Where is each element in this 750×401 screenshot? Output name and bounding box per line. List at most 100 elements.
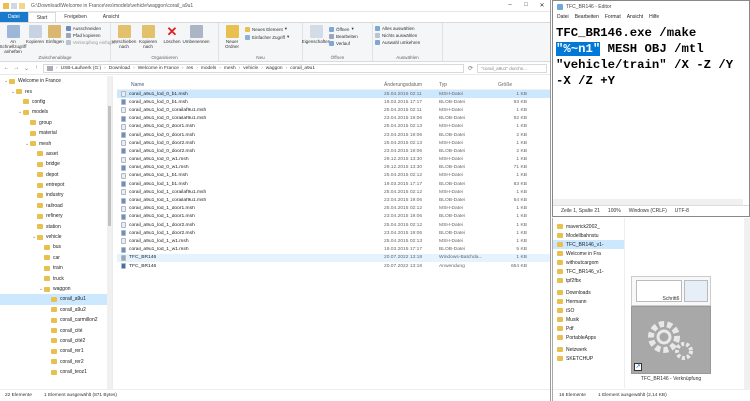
file-row[interactable]: corail_a9u1_lod_1_w1.msh 25.04.2015 02:13… [117,237,550,245]
cut-button[interactable]: Ausschneiden [65,26,117,31]
tree-item[interactable]: corail_teoz1 [0,367,112,377]
second-tree-item[interactable]: Pdf [553,324,624,333]
menu-help[interactable]: Hilfe [649,14,659,20]
tree-item[interactable]: asset [0,149,112,159]
file-row[interactable]: corail_a9u1_lod_1_b1.msh 25.04.2015 02:12… [117,172,550,180]
tree-item[interactable]: config [0,97,112,107]
delete-button[interactable]: ✕ Löschen [161,25,183,44]
search-input[interactable]: "corail_a9u1" durchs... [477,63,547,73]
breadcrumb-separator[interactable]: › [239,66,241,71]
tree-item[interactable]: bus [0,242,112,252]
tree-item[interactable]: bridge [0,159,112,169]
tree-item[interactable]: corail_cité [0,325,112,335]
file-row[interactable]: corail_a9u1_lod_0_door2.msh 23.04.2015 19… [117,147,550,155]
second-tree-item[interactable]: SKETCHUP [553,354,624,363]
properties-icon[interactable] [11,2,17,9]
tree-item[interactable]: group [0,118,112,128]
second-tree-item[interactable]: Netzwerk [553,345,624,354]
tree-item[interactable]: corail_carmillon2 [0,315,112,325]
breadcrumb-separator[interactable]: › [133,66,135,71]
file-row[interactable]: corail_a9u1_lod_0_corailaf9u1.msh 23.04.2… [117,115,550,123]
file-row[interactable]: corail_a9u1_lod_1_door2.msh 25.04.2015 02… [117,221,550,229]
shortcut-thumbnail[interactable]: ↗ [631,306,711,374]
breadcrumb-separator[interactable]: › [196,66,198,71]
column-type[interactable]: Typ [439,82,496,88]
tree-item[interactable]: refinery [0,211,112,221]
breadcrumb-item[interactable]: vehicle [243,66,258,71]
file-row[interactable]: TFC_BR146 20.07.2022 13:18 Windows-Batchda… [117,253,550,262]
new-folder-button[interactable]: Neuer Ordner [221,25,243,49]
file-row[interactable]: corail_a9u1_lod_0_b1.msh 19.03.2015 17:17… [117,98,550,106]
breadcrumb-separator[interactable]: › [219,66,221,71]
breadcrumb-item[interactable]: Welcome in France [138,66,179,71]
menu-file[interactable]: Datei [557,14,569,20]
breadcrumb-item[interactable]: waggon [266,66,283,71]
copy-to-button[interactable]: Kopieren nach [137,25,159,49]
tree-item[interactable]: corail_cité2 [0,336,112,346]
up-arrow-icon[interactable]: ↑ [33,65,40,71]
file-row[interactable]: corail_a9u1_lod_0_corailaf9u1.msh 25.04.2… [117,106,550,114]
tree-item[interactable]: ⌄ res [0,86,112,96]
second-tree-item[interactable]: tpf2fbx [553,276,624,285]
file-row[interactable]: corail_a9u1_lod_0_w1.msh 29.12.2015 13:30… [117,164,550,172]
file-row[interactable]: corail_a9u1_lod_1_door1.msh 25.04.2015 02… [117,205,550,213]
file-row[interactable]: corail_a9u1_lod_0_b1.msh 25.04.2015 02:11… [117,90,550,99]
breadcrumb-separator[interactable]: › [286,66,288,71]
easy-access-button[interactable]: Einfacher Zugriff ▾ [245,34,289,40]
second-tree-item[interactable]: iSO [553,306,624,315]
second-tree-item[interactable]: PortableApps [553,333,624,342]
paste-shortcut-button[interactable]: Verknüpfung einfügen [65,40,117,45]
column-date[interactable]: Änderungsdatum [384,82,439,88]
pin-quick-access-button[interactable]: An Schnellzugriff anheften [0,25,26,54]
breadcrumb-separator[interactable]: › [182,66,184,71]
file-row[interactable]: corail_a9u1_lod_0_door1.msh 23.04.2015 19… [117,131,550,139]
file-row[interactable]: corail_a9u1_lod_1_door2.msh 23.04.2015 19… [117,229,550,237]
select-none-button[interactable]: Nichts auswählen [375,33,420,38]
breadcrumb-separator[interactable]: › [56,66,58,71]
menu-view[interactable]: Ansicht [627,14,643,20]
second-tree-item[interactable]: Downloads [553,288,624,297]
tab-share[interactable]: Freigeben [56,12,95,22]
file-row[interactable]: corail_a9u1_lod_0_door2.msh 25.04.2015 02… [117,139,550,147]
address-bar[interactable]: › USB-Laufwerk (G:) › Download › Welcome in F… [43,63,464,73]
file-row[interactable]: TFC_BR146 20.07.2022 13:18 Anwendung 654 KB [117,262,550,270]
recent-chevron-icon[interactable]: ⌄ [23,65,30,72]
second-tree-item[interactable]: withoutcargom [553,258,624,267]
navigation-scrollbar[interactable] [107,76,112,389]
invert-selection-button[interactable]: Auswahl umkehren [375,40,420,45]
breadcrumb-item[interactable]: corail_a9u1 [290,66,315,71]
file-row[interactable]: corail_a9u1_lod_1_corailaf9u1.msh 23.04.2… [117,196,550,204]
tree-item[interactable]: corail_rer2 [0,357,112,367]
tree-item[interactable]: ⌄ waggon [0,284,112,294]
file-row[interactable]: corail_a9u1_lod_1_w1.msh 19.03.2015 17:17… [117,246,550,254]
menu-format[interactable]: Format [605,14,621,20]
file-row[interactable]: corail_a9u1_lod_1_corailaf9u1.msh 25.04.2… [117,188,550,196]
tab-start[interactable]: Start [27,12,57,22]
tree-item[interactable]: corail_a9u1 [0,294,112,305]
select-all-button[interactable]: Alles auswählen [375,26,420,31]
file-row[interactable]: corail_a9u1_lod_0_w1.msh 29.12.2015 13:30… [117,156,550,164]
menu-edit[interactable]: Bearbeiten [575,14,599,20]
breadcrumb-separator[interactable]: › [261,66,263,71]
file-row[interactable]: corail_a9u1_lod_1_b1.msh 19.03.2015 17:17… [117,180,550,188]
edit-button[interactable]: Bearbeiten [329,34,358,39]
back-arrow-icon[interactable]: ← [3,65,10,71]
scrollbar-thumb[interactable] [108,106,111,226]
tab-file[interactable]: Datei [0,12,28,22]
tree-item[interactable]: corail_a9u2 [0,305,112,315]
open-button[interactable]: Öffnen ▾ [329,26,358,32]
history-button[interactable]: Verlauf [329,41,358,46]
refresh-icon[interactable]: ⟳ [467,65,474,72]
second-scrollbar[interactable] [744,218,750,389]
tree-item[interactable]: car [0,253,112,263]
move-to-button[interactable]: Verschieben nach [112,25,136,49]
tab-view[interactable]: Ansicht [95,12,127,22]
tree-item[interactable]: material [0,128,112,138]
maximize-button[interactable]: □ [518,2,534,9]
breadcrumb-item[interactable]: models [201,66,216,71]
paste-button[interactable]: Einfügen [46,25,64,44]
rename-button[interactable]: Umbenennen [182,25,210,44]
breadcrumb-item[interactable]: res [187,66,194,71]
folder-icon[interactable] [3,2,9,9]
tree-item[interactable]: ⌄ Welcome in France [0,76,112,86]
